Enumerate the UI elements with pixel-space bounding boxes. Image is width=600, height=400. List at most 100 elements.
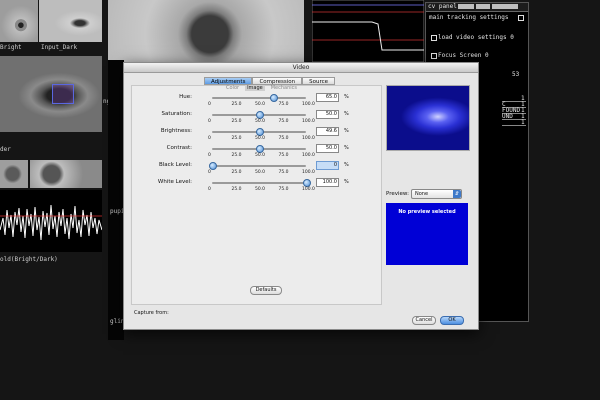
- slider-value-field[interactable]: 49.6: [316, 127, 339, 136]
- subtab-color[interactable]: Color: [226, 85, 239, 91]
- slider-label: Hue:: [179, 94, 192, 100]
- slider-tick-label: 0: [208, 153, 211, 158]
- cv-checkbox[interactable]: [431, 53, 437, 59]
- slider-thumb[interactable]: [256, 145, 264, 153]
- slider-tick-label: 75.0: [278, 102, 289, 107]
- thumb-label: der: [0, 146, 11, 153]
- slider-tick-label: 100.0: [302, 102, 315, 107]
- percent-unit: %: [344, 128, 349, 134]
- dialog-title: Video: [124, 63, 478, 73]
- slider-tick-label: 0: [208, 170, 211, 175]
- large-eye-view: [108, 0, 304, 62]
- pupil-tracker-box: [52, 84, 74, 104]
- eye-thumbnail-bright: [0, 0, 38, 42]
- intensity-histogram: [0, 190, 102, 252]
- slider-label: White Level:: [157, 179, 192, 185]
- slider-value-field[interactable]: 65.0: [316, 93, 339, 102]
- cv-checkbox[interactable]: [431, 35, 437, 41]
- video-settings-dialog: Video Adjustments Compression Source Col…: [123, 62, 479, 330]
- slider-tick-label: 0: [208, 136, 211, 141]
- slider-thumb[interactable]: [255, 128, 264, 136]
- cv-panel-button[interactable]: [476, 4, 490, 9]
- subtab-mechanics[interactable]: Mechanics: [271, 85, 297, 91]
- slider-tick-label: 25.0: [231, 102, 242, 107]
- cv-checkbox[interactable]: [518, 15, 524, 21]
- percent-unit: %: [344, 162, 349, 168]
- slider-tick-label: 25.0: [231, 170, 242, 175]
- slider-value-field[interactable]: 50.0: [316, 110, 339, 119]
- tab-adjustments[interactable]: Adjustments: [204, 77, 253, 85]
- tab-source[interactable]: Source: [302, 77, 336, 85]
- slider-value-field[interactable]: 100.0: [316, 178, 339, 187]
- slider-value-field[interactable]: 50.0: [316, 144, 339, 153]
- slider-tick-label: 75.0: [278, 153, 289, 158]
- adjustment-subtabs: Color Image Mechanics: [226, 85, 297, 91]
- cv-panel-title: cv panel: [428, 3, 457, 10]
- slider-tick-label: 75.0: [278, 119, 289, 124]
- slider-track[interactable]: [212, 182, 306, 184]
- slider-tick-label: 100.0: [302, 136, 315, 141]
- slider-tick-label: 100.0: [302, 170, 315, 175]
- pupil-threshold-thumb: [0, 160, 28, 188]
- slider-label: Black Level:: [159, 162, 192, 168]
- preview-box: No preview selected: [386, 203, 468, 265]
- dialog-tabs: Adjustments Compression Source: [204, 77, 336, 85]
- slider-tick-label: 75.0: [278, 187, 289, 192]
- subtab-image[interactable]: Image: [245, 85, 265, 91]
- slider-tick-label: 25.0: [231, 187, 242, 192]
- signal-graph: [312, 0, 424, 62]
- slider-label: Saturation:: [161, 111, 192, 117]
- percent-unit: %: [344, 179, 349, 185]
- tab-compression[interactable]: Compression: [252, 77, 303, 85]
- slider-label: Brightness:: [160, 128, 192, 134]
- cv-panel-button[interactable]: [492, 4, 518, 9]
- defaults-button[interactable]: Defaults: [250, 286, 282, 295]
- slider-tick-label: 50.0: [255, 170, 266, 175]
- ok-button[interactable]: OK: [440, 316, 464, 325]
- cv-table: 1 C 1 FOUND 1 UND 1 1: [502, 95, 526, 127]
- table-row: 1: [502, 119, 526, 126]
- capture-from-label: Capture from:: [134, 310, 169, 316]
- slider-thumb[interactable]: [256, 111, 264, 119]
- slider-tick-label: 100.0: [302, 153, 315, 158]
- slider-value-field[interactable]: 0: [316, 161, 339, 170]
- glint-threshold-thumb: [30, 160, 102, 188]
- eye-tracking-view: [0, 56, 102, 132]
- slider-thumb[interactable]: [303, 179, 311, 187]
- eye-thumbnail-input-dark: [39, 0, 102, 42]
- chevron-updown-icon: ⇵: [453, 190, 461, 198]
- percent-unit: %: [344, 94, 349, 100]
- slider-tick-label: 25.0: [231, 153, 242, 158]
- cv-line: 53: [512, 71, 520, 78]
- thumb-label: Bright: [0, 44, 22, 51]
- slider-tick-label: 25.0: [231, 119, 242, 124]
- slider-tick-label: 25.0: [231, 136, 242, 141]
- slider-thumb[interactable]: [270, 94, 279, 102]
- slider-tick-label: 50.0: [255, 119, 266, 124]
- slider-tick-label: 50.0: [255, 187, 266, 192]
- thumb-label: old(Bright/Dark): [0, 256, 58, 263]
- slider-tick-label: 50.0: [255, 136, 266, 141]
- cv-panel-button[interactable]: [458, 4, 474, 9]
- slider-tick-label: 100.0: [302, 119, 315, 124]
- cancel-button[interactable]: Cancel: [412, 316, 436, 325]
- slider-tick-label: 50.0: [255, 153, 266, 158]
- adjustments-panel: Color Image Mechanics Hue: 0 25.0 50.0 75.0 1…: [131, 85, 382, 305]
- slider-track[interactable]: [212, 97, 306, 99]
- slider-label: Contrast:: [166, 145, 192, 151]
- slider-tick-label: 0: [208, 119, 211, 124]
- cv-line: Focus Screen 0: [438, 52, 489, 59]
- slider-tick-label: 50.0: [255, 102, 266, 107]
- slider-thumb[interactable]: [209, 162, 217, 170]
- preview-select[interactable]: None ⇵: [411, 189, 462, 199]
- slider-tick-label: 75.0: [278, 170, 289, 175]
- cv-line: load video settings 0: [438, 34, 514, 41]
- table-cell: 1: [521, 119, 525, 126]
- slider-tick-label: 0: [208, 102, 211, 107]
- camera-preview-thumbnail: [386, 85, 470, 151]
- preview-select-value: None: [415, 191, 429, 197]
- percent-unit: %: [344, 145, 349, 151]
- cv-panel-header: cv panel: [426, 3, 528, 12]
- slider-track[interactable]: [212, 165, 306, 167]
- video-black-area: [108, 60, 124, 340]
